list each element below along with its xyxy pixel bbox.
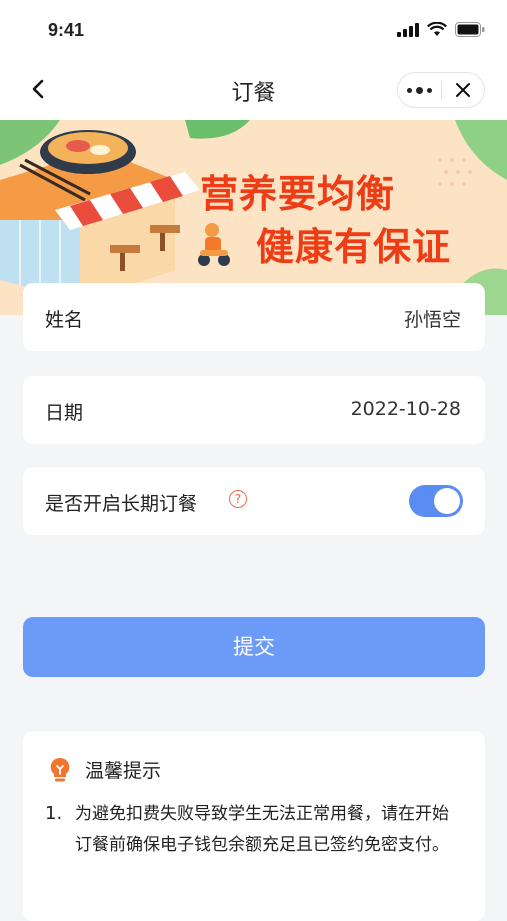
mini-program-capsule xyxy=(397,72,485,108)
toggle-knob xyxy=(434,488,460,514)
banner-slogan-line1: 营养要均衡 xyxy=(200,172,396,216)
wifi-icon xyxy=(427,22,447,36)
submit-button[interactable]: 提交 xyxy=(23,617,485,677)
date-row[interactable]: 日期 2022-10-28 xyxy=(23,376,485,444)
tips-card: 温馨提示 1. 为避免扣费失败导致学生无法正常用餐，请在开始订餐前确保电子钱包余… xyxy=(23,731,485,921)
tip-number: 1. xyxy=(45,803,63,824)
long-term-row: 是否开启长期订餐 ? xyxy=(23,467,485,535)
nav-bar: 订餐 xyxy=(0,62,507,120)
more-dot-icon xyxy=(407,87,412,93)
long-term-label: 是否开启长期订餐 xyxy=(45,493,198,515)
system-icons xyxy=(397,22,485,37)
date-value[interactable]: 2022-10-28 xyxy=(351,398,461,420)
status-time: 9:41 xyxy=(48,20,85,40)
date-label: 日期 xyxy=(45,402,84,424)
tips-title: 温馨提示 xyxy=(85,760,162,782)
name-row: 姓名 孙悟空 xyxy=(23,283,485,351)
name-label: 姓名 xyxy=(45,309,84,331)
status-bar: 9:41 xyxy=(0,0,507,62)
close-button[interactable] xyxy=(442,73,484,107)
name-value: 孙悟空 xyxy=(403,309,461,331)
more-dot-icon xyxy=(427,87,432,93)
tips-header: 温馨提示 xyxy=(49,756,161,783)
more-button[interactable] xyxy=(398,73,441,107)
lightbulb-icon xyxy=(50,757,70,781)
help-icon[interactable]: ? xyxy=(229,490,247,508)
signal-icon xyxy=(397,22,419,37)
close-icon xyxy=(456,83,470,97)
long-term-toggle[interactable] xyxy=(409,485,463,517)
battery-icon xyxy=(455,22,485,37)
banner-slogan-line2: 健康有保证 xyxy=(256,225,452,269)
tip-text: 为避免扣费失败导致学生无法正常用餐，请在开始订餐前确保电子钱包余额充足且已签约免… xyxy=(75,804,449,855)
more-dot-icon xyxy=(416,86,423,94)
